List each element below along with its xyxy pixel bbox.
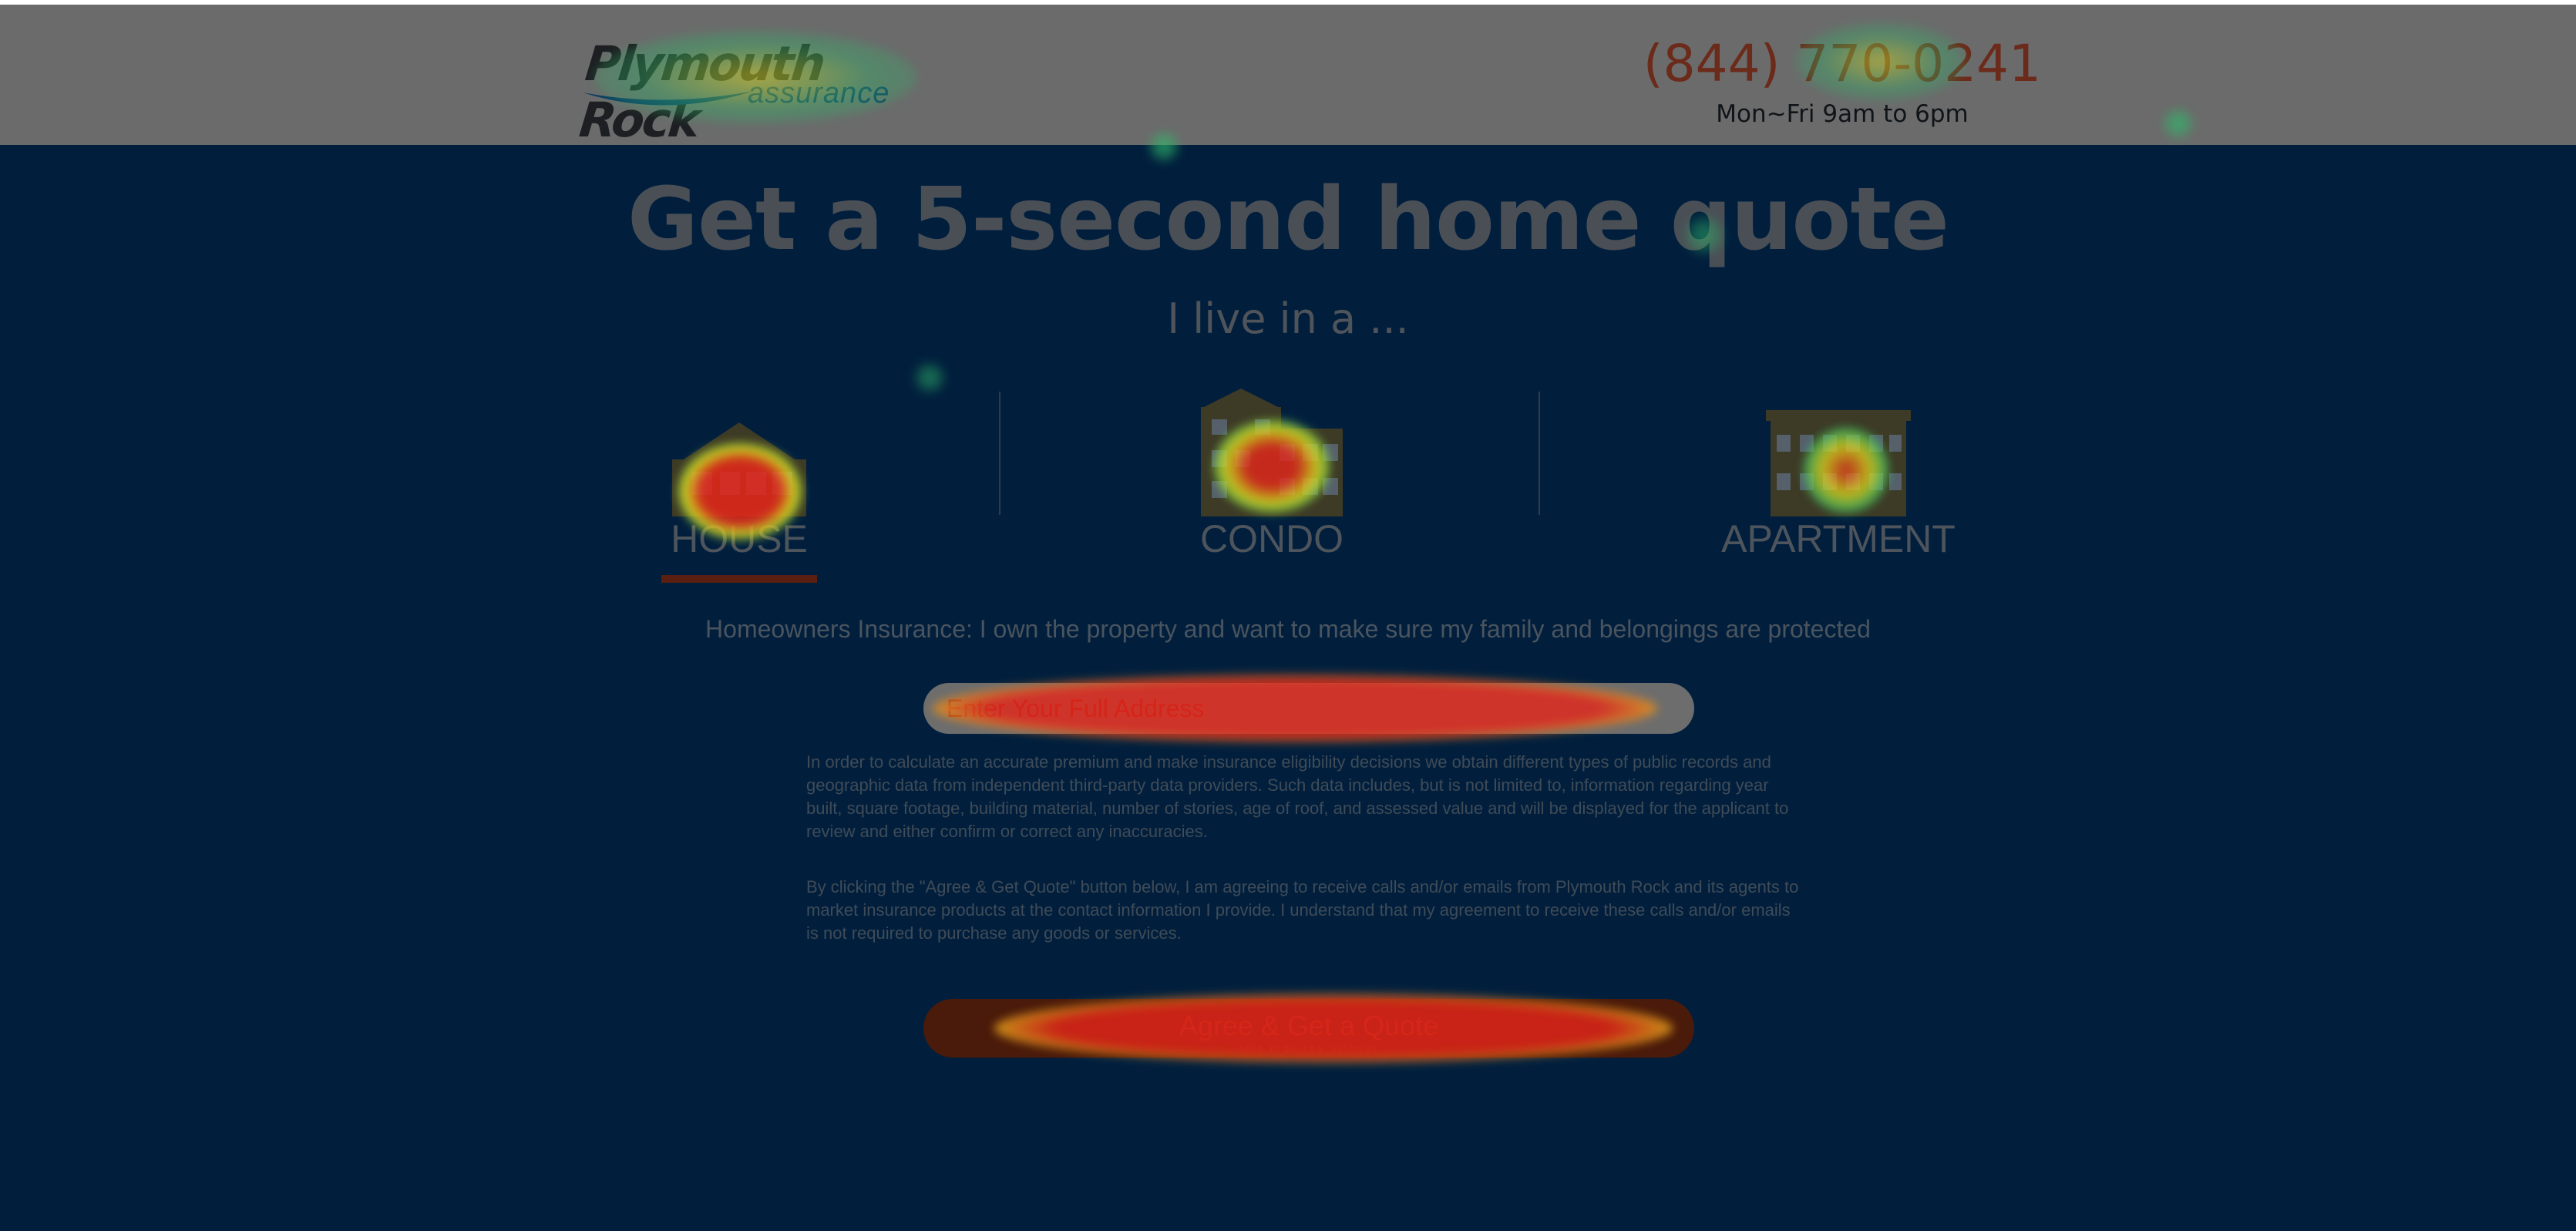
- option-house[interactable]: HOUSE: [661, 416, 817, 561]
- selected-option-description: Homeowners Insurance: I own the property…: [705, 615, 1871, 643]
- selected-indicator: [661, 575, 817, 583]
- option-label: HOUSE: [671, 517, 808, 560]
- option-divider: [999, 392, 1000, 515]
- option-label: CONDO: [1199, 517, 1344, 560]
- house-icon: [672, 422, 806, 516]
- site-header: Plymouth Rock assurance (844) 770-0241 M…: [0, 5, 2576, 148]
- address-input[interactable]: [923, 683, 1694, 734]
- cta-note: this requires without: [1239, 1041, 1378, 1054]
- condo-icon: [1201, 388, 1343, 516]
- agree-get-quote-button[interactable]: Agree & Get a Quote this requires withou…: [923, 999, 1694, 1058]
- option-condo[interactable]: CONDO: [1179, 385, 1364, 561]
- apartment-icon: [1766, 410, 1911, 516]
- logo-tagline: assurance: [748, 77, 890, 109]
- logo-swoosh-icon: [583, 91, 754, 106]
- option-label: APARTMENT: [1721, 517, 1956, 560]
- plymouth-rock-logo[interactable]: Plymouth Rock assurance: [577, 35, 903, 148]
- heatmap-spot: [914, 362, 945, 393]
- page-title: Get a 5-second home quote: [627, 170, 1949, 270]
- phone-number[interactable]: (844) 770-0241: [1619, 34, 2066, 93]
- page-subtitle: I live in a ...: [1167, 294, 1409, 343]
- option-apartment[interactable]: APARTMENT: [1719, 409, 1958, 561]
- option-divider: [1539, 392, 1540, 515]
- cta-label: Agree & Get a Quote: [1179, 1009, 1439, 1041]
- business-hours: Mon~Fri 9am to 6pm: [1716, 100, 1969, 128]
- data-usage-disclaimer: In order to calculate an accurate premiu…: [806, 752, 1789, 841]
- consent-disclaimer: By clicking the "Agree & Get Quote" butt…: [806, 877, 1799, 943]
